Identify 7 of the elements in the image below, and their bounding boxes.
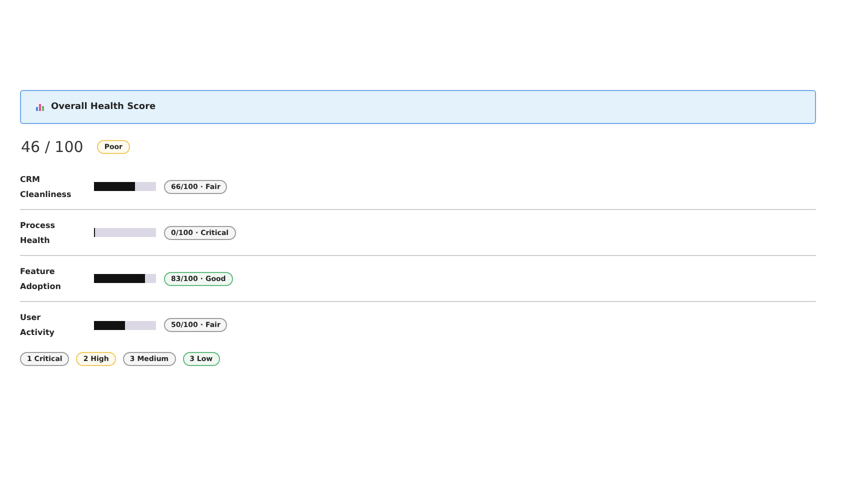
metric-label: User Activity	[20, 312, 56, 339]
metric-label: Process Health	[20, 220, 56, 246]
panel-title: Overall Health Score	[51, 102, 156, 112]
metric-label: Feature Adoption	[20, 266, 62, 293]
metric-label: CRM Cleanliness	[20, 174, 72, 200]
health-score: 46 / 100	[21, 138, 84, 156]
bar-chart-icon	[35, 102, 45, 112]
